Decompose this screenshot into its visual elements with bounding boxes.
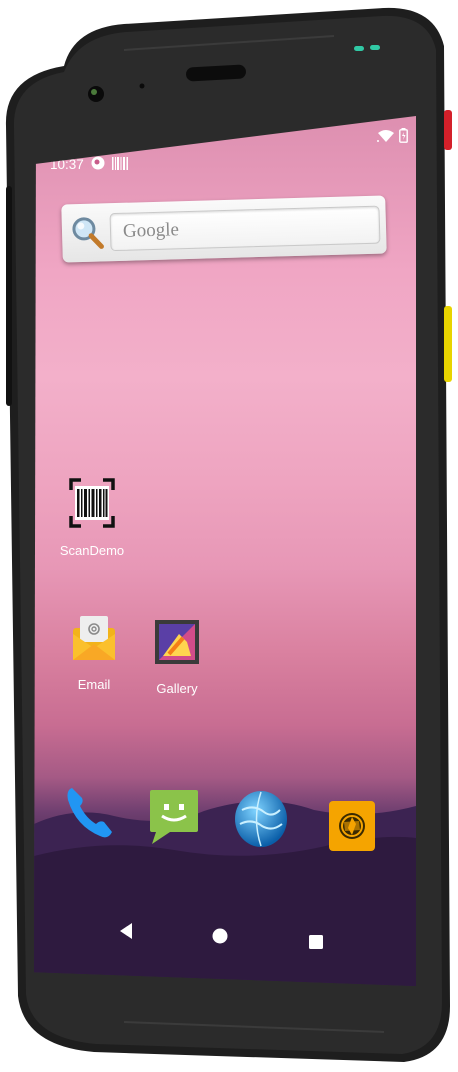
app-label: ScanDemo: [59, 543, 125, 558]
back-button[interactable]: [118, 922, 134, 945]
phone-device: 10:37 Google ScanDemo Email Gallery: [4, 6, 452, 1066]
barcode-notification-icon: [111, 156, 128, 173]
notification-icon: [91, 156, 105, 173]
battery-icon: [399, 128, 408, 148]
google-search-widget[interactable]: Google: [61, 195, 387, 263]
app-label: Gallery: [156, 681, 198, 696]
search-placeholder: Google: [122, 219, 180, 242]
browser-icon[interactable]: [234, 790, 288, 853]
magnifier-icon: [70, 215, 105, 250]
power-key[interactable]: [444, 110, 452, 150]
phone-icon[interactable]: [64, 784, 114, 845]
app-gallery[interactable]: Gallery: [146, 618, 208, 696]
recents-button[interactable]: [308, 934, 324, 955]
home-screen: 10:37 Google ScanDemo Email Gallery: [34, 116, 416, 986]
search-input[interactable]: Google: [109, 205, 381, 252]
home-button[interactable]: [212, 928, 228, 949]
app-scandemo[interactable]: ScanDemo: [60, 478, 124, 558]
app-email[interactable]: Email: [66, 614, 122, 692]
messaging-icon[interactable]: [148, 788, 200, 851]
email-icon: [70, 614, 118, 667]
gallery-icon: [153, 618, 201, 671]
status-bar-right: [377, 128, 408, 148]
app-label: Email: [77, 677, 111, 692]
camera-icon[interactable]: [328, 800, 376, 857]
barcode-scanner-icon: [69, 478, 115, 533]
scan-key[interactable]: [444, 306, 452, 382]
wifi-icon: [377, 129, 395, 148]
